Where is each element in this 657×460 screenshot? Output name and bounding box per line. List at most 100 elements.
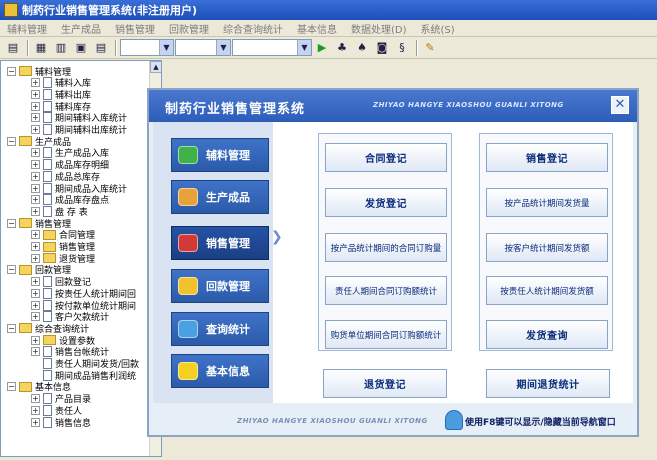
tree-icon[interactable]: ▤ — [4, 39, 22, 57]
tree-item[interactable]: + 产品目录 — [31, 393, 91, 405]
tree-item[interactable]: + 成品总库存 — [31, 170, 100, 183]
menu-item-system[interactable]: 系统(S) — [414, 21, 462, 36]
collapse-icon[interactable]: − — [7, 382, 16, 392]
expand-icon[interactable]: + — [31, 277, 40, 287]
expand-icon[interactable]: + — [31, 312, 40, 322]
tree-item[interactable]: + 期间辅料出库统计 — [31, 124, 127, 136]
expand-icon[interactable]: + — [31, 206, 40, 216]
tree-group[interactable]: − 销售管理 — [7, 217, 71, 230]
tree-item[interactable]: + 责任人 — [31, 404, 82, 417]
nav-button-huikuan[interactable]: 回款管理 — [171, 269, 269, 303]
nav-button-shengchan[interactable]: 生产成品 — [171, 180, 269, 214]
filter-select-2[interactable]: ▼ — [175, 39, 231, 56]
expand-icon[interactable]: + — [31, 242, 40, 251]
product-shipment-stats-button[interactable]: 按产品统计期间发货量 — [486, 188, 608, 217]
tree-item[interactable]: + 期间成品入库统计 — [31, 182, 127, 195]
buyer-contract-stats-button[interactable]: 购货单位期间合同订购额统计 — [325, 320, 447, 349]
menu-item-data[interactable]: 数据处理(D) — [344, 21, 414, 36]
play-icon[interactable]: ▶ — [313, 39, 331, 57]
print-icon[interactable]: ♠ — [353, 39, 371, 57]
menu-item-huikuan[interactable]: 回款管理 — [162, 21, 216, 36]
tree-item[interactable]: + 设置参数 — [31, 334, 95, 347]
menu-item-shengchan[interactable]: 生产成品 — [54, 21, 108, 36]
expand-icon[interactable]: + — [31, 335, 40, 345]
shipment-register-button[interactable]: 发货登记 — [325, 188, 447, 217]
expand-icon[interactable]: + — [31, 253, 40, 263]
expand-icon[interactable]: + — [31, 417, 40, 427]
expand-icon[interactable]: + — [31, 300, 40, 310]
expand-icon[interactable]: + — [31, 78, 40, 88]
tree-item[interactable]: + 辅料入库 — [31, 77, 91, 89]
collapse-icon[interactable]: − — [7, 136, 16, 146]
tree-group[interactable]: − 回款管理 — [7, 264, 71, 276]
sales-register-button[interactable]: 销售登记 — [486, 143, 608, 172]
customer-shipment-stats-button[interactable]: 按客户统计期间发货额 — [486, 233, 608, 262]
tree-item[interactable]: + 回款登记 — [31, 276, 91, 288]
list-icon[interactable]: ▤ — [92, 39, 110, 57]
tree-item[interactable]: + 按付款单位统计期间 — [31, 299, 136, 312]
owner-shipment-stats-button[interactable]: 按责任人统计期间发货额 — [486, 276, 608, 305]
image-icon[interactable]: ▣ — [72, 39, 90, 57]
return-register-button[interactable]: 退货登记 — [323, 369, 447, 398]
find-icon[interactable]: ♣ — [333, 39, 351, 57]
scroll-up-icon[interactable]: ▲ — [150, 61, 161, 73]
tree-item[interactable]: + 期间辅料入库统计 — [31, 112, 127, 124]
return-stats-button[interactable]: 期间退货统计 — [486, 369, 610, 398]
tree-item[interactable]: + 退货管理 — [31, 252, 95, 265]
collapse-icon[interactable]: − — [7, 323, 16, 333]
expand-icon[interactable]: + — [31, 405, 40, 415]
menu-item-xiaoshou[interactable]: 销售管理 — [108, 21, 162, 36]
tree-item[interactable]: + 客户欠款统计 — [31, 311, 109, 323]
owner-contract-stats-button[interactable]: 责任人期间合同订购额统计 — [325, 276, 447, 305]
tree-item[interactable]: + 生产成品入库 — [31, 147, 109, 159]
tree-item[interactable]: + 盘 存 表 — [31, 205, 88, 218]
tree-item[interactable]: 期间成品销售利润统 — [31, 369, 136, 382]
preview-icon[interactable]: ◙ — [373, 39, 391, 57]
expand-icon[interactable]: + — [31, 160, 40, 170]
nav-button-fuliao[interactable]: 辅料管理 — [171, 138, 269, 172]
tree-item[interactable]: + 按责任人统计期间回 — [31, 287, 136, 300]
close-button[interactable]: ✕ — [611, 96, 629, 114]
menu-item-chaxun[interactable]: 综合查询统计 — [216, 21, 290, 36]
expand-icon[interactable]: + — [31, 89, 40, 99]
expand-icon[interactable]: + — [31, 288, 40, 298]
expand-icon[interactable]: + — [31, 230, 40, 240]
contract-register-button[interactable]: 合同登记 — [325, 143, 447, 172]
collapse-icon[interactable]: − — [7, 265, 16, 275]
tree-item[interactable]: + 成品库存明细 — [31, 159, 109, 171]
expand-icon[interactable]: + — [31, 195, 40, 205]
tree-item[interactable]: + 销售信息 — [31, 416, 91, 429]
tree-item[interactable]: 责任人期间发货/回款 — [31, 358, 139, 370]
tree-item[interactable]: + 合同管理 — [31, 229, 95, 241]
collapse-icon[interactable]: − — [7, 218, 16, 228]
expand-icon[interactable]: + — [31, 394, 40, 404]
filter-select-1[interactable]: ▼ — [120, 39, 174, 56]
expand-icon[interactable]: + — [31, 125, 40, 134]
tree-group[interactable]: − 生产成品 — [7, 135, 71, 148]
tree-item[interactable]: + 辅料库存 — [31, 100, 91, 113]
expand-icon[interactable]: + — [31, 171, 40, 181]
tree-group[interactable]: − 基本信息 — [7, 381, 71, 393]
pen-icon[interactable]: ✎ — [421, 39, 439, 57]
nav-button-chaxun[interactable]: 查询统计 — [171, 312, 269, 346]
tree-group[interactable]: − 辅料管理 — [7, 65, 71, 78]
expand-icon[interactable]: + — [31, 183, 40, 193]
expand-icon[interactable]: + — [31, 101, 40, 111]
expand-icon[interactable]: + — [31, 148, 40, 158]
tree-item[interactable]: + 销售管理 — [31, 241, 95, 253]
nav-button-xiaoshou[interactable]: 销售管理 — [171, 226, 269, 260]
doc-icon[interactable]: ▥ — [52, 39, 70, 57]
product-contract-stats-button[interactable]: 按产品统计期间的合同订购量 — [325, 233, 447, 262]
nav-button-jiben[interactable]: 基本信息 — [171, 354, 269, 388]
refresh-icon[interactable]: § — [393, 39, 411, 57]
grid-icon[interactable]: ▦ — [32, 39, 50, 57]
menu-item-fuliao[interactable]: 辅料管理 — [0, 21, 54, 36]
tree-item[interactable]: + 辅料出库 — [31, 88, 91, 101]
tree-item[interactable]: + 成品库存盘点 — [31, 194, 109, 206]
tree-item[interactable]: + 销售台帐统计 — [31, 346, 109, 358]
menu-item-jiben[interactable]: 基本信息 — [290, 21, 344, 36]
expand-icon[interactable]: + — [31, 113, 40, 123]
tree-group[interactable]: − 综合查询统计 — [7, 322, 89, 335]
shipment-query-button[interactable]: 发货查询 — [486, 320, 608, 349]
filter-select-3[interactable]: ▼ — [232, 39, 312, 56]
